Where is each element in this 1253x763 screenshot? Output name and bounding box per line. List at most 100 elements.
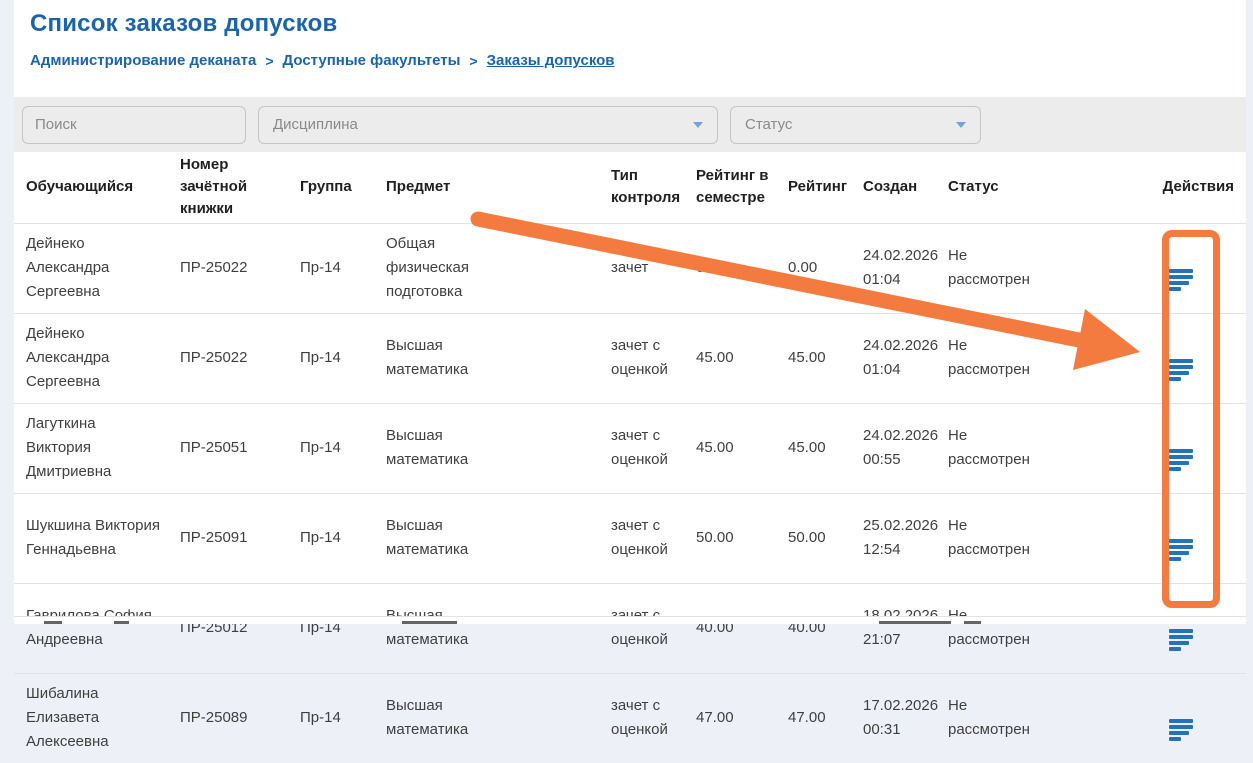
page-title: Список заказов допусков: [30, 9, 1230, 39]
document-lines-icon: [1169, 629, 1193, 651]
cell-subject: Высшая математика: [378, 313, 603, 403]
table-row: Шибалина Елизавета Алексеевна ПР-25089 П…: [14, 673, 1246, 763]
cell-control-type: зачет с оценкой: [603, 673, 688, 763]
clipped-next-row: [14, 616, 1246, 624]
filter-bar: Дисциплина Статус: [14, 97, 1246, 152]
cell-rating: 47.00: [780, 673, 855, 763]
cell-status: Не рассмотрен: [940, 403, 1115, 493]
cell-semester-rating: 45.00: [688, 313, 780, 403]
cell-semester-rating: 0.00: [688, 223, 780, 313]
cell-control-type: зачет с оценкой: [603, 493, 688, 583]
row-actions-button[interactable]: [1165, 430, 1197, 490]
cell-control-type: зачет с оценкой: [603, 313, 688, 403]
cell-group: Пр-14: [292, 223, 378, 313]
row-actions-button[interactable]: [1165, 520, 1197, 580]
page-header: Список заказов допусков Администрировани…: [14, 0, 1246, 97]
cell-record-book: ПР-25051: [172, 403, 292, 493]
column-header-group: Группа: [292, 152, 378, 223]
cell-record-book: ПР-25012: [172, 583, 292, 673]
table-row: Гаврилова София Андреевна ПР-25012 Пр-14…: [14, 583, 1246, 673]
document-lines-icon: [1169, 449, 1193, 471]
column-header-created: Создан: [855, 152, 940, 223]
cell-group: Пр-14: [292, 313, 378, 403]
column-header-rating: Рейтинг: [780, 152, 855, 223]
cell-group: Пр-14: [292, 403, 378, 493]
cell-student: Дейнеко Александра Сергеевна: [14, 223, 172, 313]
cell-created: 24.02.2026 00:55: [855, 403, 940, 493]
cell-student: Гаврилова София Андреевна: [14, 583, 172, 673]
cell-status: Не рассмотрен: [940, 583, 1115, 673]
discipline-select[interactable]: Дисциплина: [258, 106, 718, 144]
table-row: Дейнеко Александра Сергеевна ПР-25022 Пр…: [14, 313, 1246, 403]
cell-created: 17.02.2026 00:31: [855, 673, 940, 763]
cell-semester-rating: 50.00: [688, 493, 780, 583]
cell-control-type: зачет с оценкой: [603, 403, 688, 493]
breadcrumb-separator: >: [265, 53, 273, 69]
document-lines-icon: [1169, 269, 1193, 291]
cell-subject: Высшая математика: [378, 493, 603, 583]
document-lines-icon: [1169, 359, 1193, 381]
column-header-control-type: Тип контроля: [603, 152, 688, 223]
cell-student: Шибалина Елизавета Алексеевна: [14, 673, 172, 763]
cell-student: Шукшина Виктория Геннадьевна: [14, 493, 172, 583]
row-actions-button[interactable]: [1165, 250, 1197, 310]
cell-subject: Высшая математика: [378, 403, 603, 493]
cell-status: Не рассмотрен: [940, 673, 1115, 763]
cell-group: Пр-14: [292, 673, 378, 763]
cell-status: Не рассмотрен: [940, 493, 1115, 583]
search-input[interactable]: [22, 106, 246, 144]
cell-record-book: ПР-25022: [172, 313, 292, 403]
table-row: Лагуткина Виктория Дмитриевна ПР-25051 П…: [14, 403, 1246, 493]
discipline-select-placeholder: Дисциплина: [273, 116, 358, 133]
table-row: Дейнеко Александра Сергеевна ПР-25022 Пр…: [14, 223, 1246, 313]
cell-semester-rating: 40.00: [688, 583, 780, 673]
cell-rating: 45.00: [780, 313, 855, 403]
table-body: Дейнеко Александра Сергеевна ПР-25022 Пр…: [14, 223, 1246, 763]
row-actions-button[interactable]: [1165, 700, 1197, 760]
cell-created: 24.02.2026 01:04: [855, 223, 940, 313]
breadcrumb-link-available-faculties[interactable]: Доступные факультеты: [283, 52, 461, 69]
cell-subject: Общая физическая подготовка: [378, 223, 603, 313]
breadcrumb-separator: >: [469, 53, 477, 69]
cell-created: 25.02.2026 12:54: [855, 493, 940, 583]
cell-status: Не рассмотрен: [940, 223, 1115, 313]
cell-rating: 0.00: [780, 223, 855, 313]
cell-rating: 40.00: [780, 583, 855, 673]
column-header-record-book: Номер зачётной книжки: [172, 152, 292, 223]
cell-group: Пр-14: [292, 493, 378, 583]
document-lines-icon: [1169, 719, 1193, 741]
cell-created: 24.02.2026 01:04: [855, 313, 940, 403]
status-select-placeholder: Статус: [745, 116, 792, 133]
caret-down-icon: [693, 122, 703, 128]
document-lines-icon: [1169, 539, 1193, 561]
cell-subject: Высшая математика: [378, 673, 603, 763]
breadcrumb: Администрирование деканата > Доступные ф…: [30, 52, 1230, 69]
column-header-subject: Предмет: [378, 152, 603, 223]
row-actions-button[interactable]: [1165, 340, 1197, 400]
cell-record-book: ПР-25089: [172, 673, 292, 763]
breadcrumb-link-admission-orders[interactable]: Заказы допусков: [487, 52, 615, 69]
orders-table: Обучающийся Номер зачётной книжки Группа…: [14, 152, 1246, 763]
table-header: Обучающийся Номер зачётной книжки Группа…: [14, 152, 1246, 223]
cell-semester-rating: 45.00: [688, 403, 780, 493]
cell-student: Дейнеко Александра Сергеевна: [14, 313, 172, 403]
caret-down-icon: [956, 122, 966, 128]
cell-created: 18.02.2026 21:07: [855, 583, 940, 673]
cell-record-book: ПР-25091: [172, 493, 292, 583]
cell-student: Лагуткина Виктория Дмитриевна: [14, 403, 172, 493]
cell-rating: 50.00: [780, 493, 855, 583]
cell-subject: Высшая математика: [378, 583, 603, 673]
cell-control-type: зачет с оценкой: [603, 583, 688, 673]
cell-record-book: ПР-25022: [172, 223, 292, 313]
breadcrumb-link-dean-administration[interactable]: Администрирование деканата: [30, 52, 256, 69]
status-select[interactable]: Статус: [730, 106, 981, 144]
table-row: Шукшина Виктория Геннадьевна ПР-25091 Пр…: [14, 493, 1246, 583]
cell-semester-rating: 47.00: [688, 673, 780, 763]
cell-rating: 45.00: [780, 403, 855, 493]
column-header-semester-rating: Рейтинг в семестре: [688, 152, 780, 223]
content-area: Список заказов допусков Администрировани…: [14, 0, 1246, 624]
cell-group: Пр-14: [292, 583, 378, 673]
column-header-status: Статус: [940, 152, 1115, 223]
column-header-student: Обучающийся: [14, 152, 172, 223]
cell-control-type: зачет: [603, 223, 688, 313]
